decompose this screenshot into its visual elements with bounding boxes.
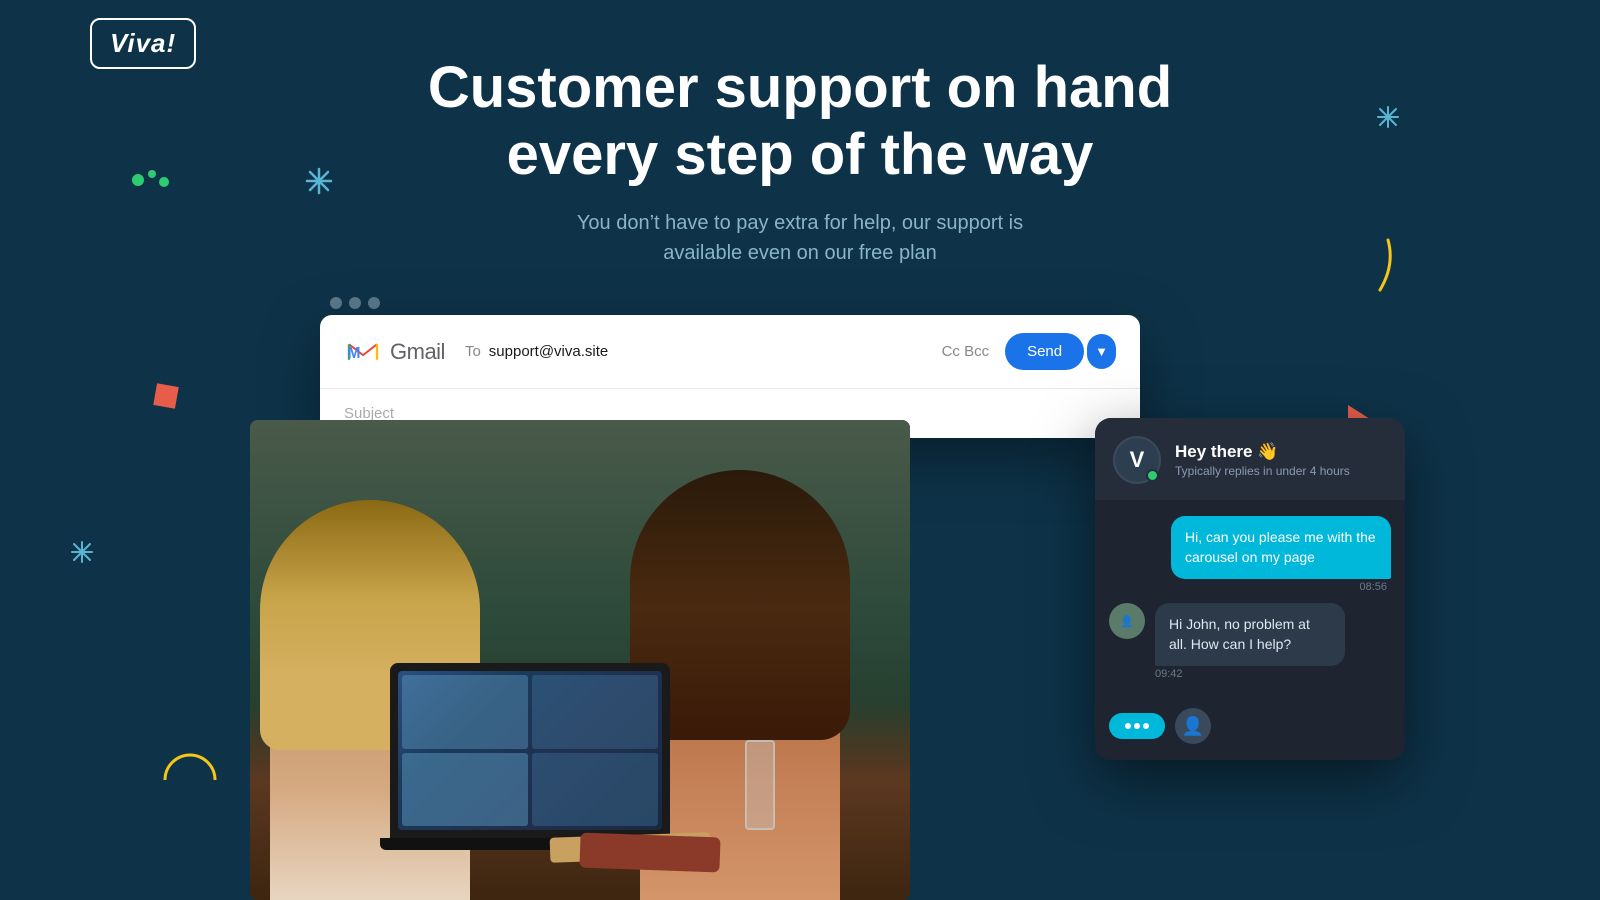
rect-decoration-red: [153, 383, 178, 408]
support-message-group: 👤 Hi John, no problem at all. How can I …: [1109, 603, 1391, 680]
support-message-time: 09:42: [1155, 668, 1391, 680]
support-message: Hi John, no problem at all. How can I he…: [1155, 603, 1345, 666]
typing-dot-1: [1125, 723, 1131, 729]
window-dot-3: [368, 297, 380, 309]
chat-input-row: 👤: [1095, 696, 1405, 760]
chat-user-avatar: 👤: [1175, 708, 1211, 744]
chat-user-avatar-icon: 👤: [1182, 716, 1204, 737]
gmail-send-arrow-button[interactable]: ▼: [1087, 334, 1116, 369]
logo-text: Viva!: [110, 28, 176, 58]
drink-glass: [740, 740, 780, 840]
photo-background: [250, 420, 910, 900]
avatar-letter: V: [1130, 447, 1145, 473]
user-message-text: Hi, can you please me with the carousel …: [1185, 529, 1376, 565]
hero-subtitle: You don’t have to pay extra for help, ou…: [0, 208, 1600, 268]
gmail-send-group: Send ▼: [1005, 333, 1116, 370]
typing-dot-3: [1143, 723, 1149, 729]
window-dot-1: [330, 297, 342, 309]
semicircle-decoration: [160, 750, 220, 785]
hero-title: Customer support on hand every step of t…: [0, 55, 1600, 188]
chat-header: V Hey there 👋 Typically replies in under…: [1095, 418, 1405, 500]
laptop: [390, 663, 670, 850]
chat-messages: Hi, can you please me with the carousel …: [1095, 500, 1405, 696]
gmail-logo: M Gmail: [344, 338, 445, 366]
chat-header-info: Hey there 👋 Typically replies in under 4…: [1175, 442, 1387, 478]
chat-reply-time: Typically replies in under 4 hours: [1175, 464, 1387, 478]
gmail-to-value: support@viva.site: [489, 343, 942, 360]
user-message: Hi, can you please me with the carousel …: [1171, 516, 1391, 579]
hero-subtitle-line1: You don’t have to pay extra for help, ou…: [577, 212, 1023, 234]
support-message-row: 👤 Hi John, no problem at all. How can I …: [1109, 603, 1391, 666]
star-decoration-teal: [70, 540, 94, 569]
gmail-send-button[interactable]: Send: [1005, 333, 1084, 370]
gmail-header: M Gmail To support@viva.site Cc Bcc Send…: [320, 315, 1140, 389]
window-dots: [330, 297, 380, 309]
chat-widget: V Hey there 👋 Typically replies in under…: [1095, 418, 1405, 760]
hero-title-line1: Customer support on hand: [428, 55, 1172, 120]
chat-greeting-text: Hey there: [1175, 442, 1252, 461]
user-message-group: Hi, can you please me with the carousel …: [1109, 516, 1391, 593]
gmail-logo-text: Gmail: [390, 339, 445, 365]
chat-greeting-emoji: 👋: [1257, 442, 1278, 461]
gmail-cc-bcc[interactable]: Cc Bcc: [942, 343, 990, 360]
chat-support-avatar: V: [1113, 436, 1161, 484]
window-dot-2: [349, 297, 361, 309]
online-badge: [1146, 469, 1159, 482]
support-avatar: 👤: [1109, 603, 1145, 639]
photo-area: [250, 420, 910, 900]
gmail-to-label: To: [465, 343, 481, 360]
chat-typing-button[interactable]: [1109, 713, 1165, 739]
gmail-to-row: To support@viva.site: [465, 343, 942, 360]
support-message-text: Hi John, no problem at all. How can I he…: [1169, 616, 1310, 652]
typing-dot-2: [1134, 723, 1140, 729]
hero-title-line2: every step of the way: [507, 122, 1094, 187]
wallet: [579, 833, 720, 873]
chat-greeting: Hey there 👋: [1175, 442, 1387, 462]
svg-text:M: M: [347, 345, 360, 362]
support-avatar-image: 👤: [1120, 615, 1134, 628]
user-message-time: 08:56: [1359, 581, 1387, 593]
hero-section: Customer support on hand every step of t…: [0, 55, 1600, 268]
hero-subtitle-line2: available even on our free plan: [663, 242, 937, 264]
